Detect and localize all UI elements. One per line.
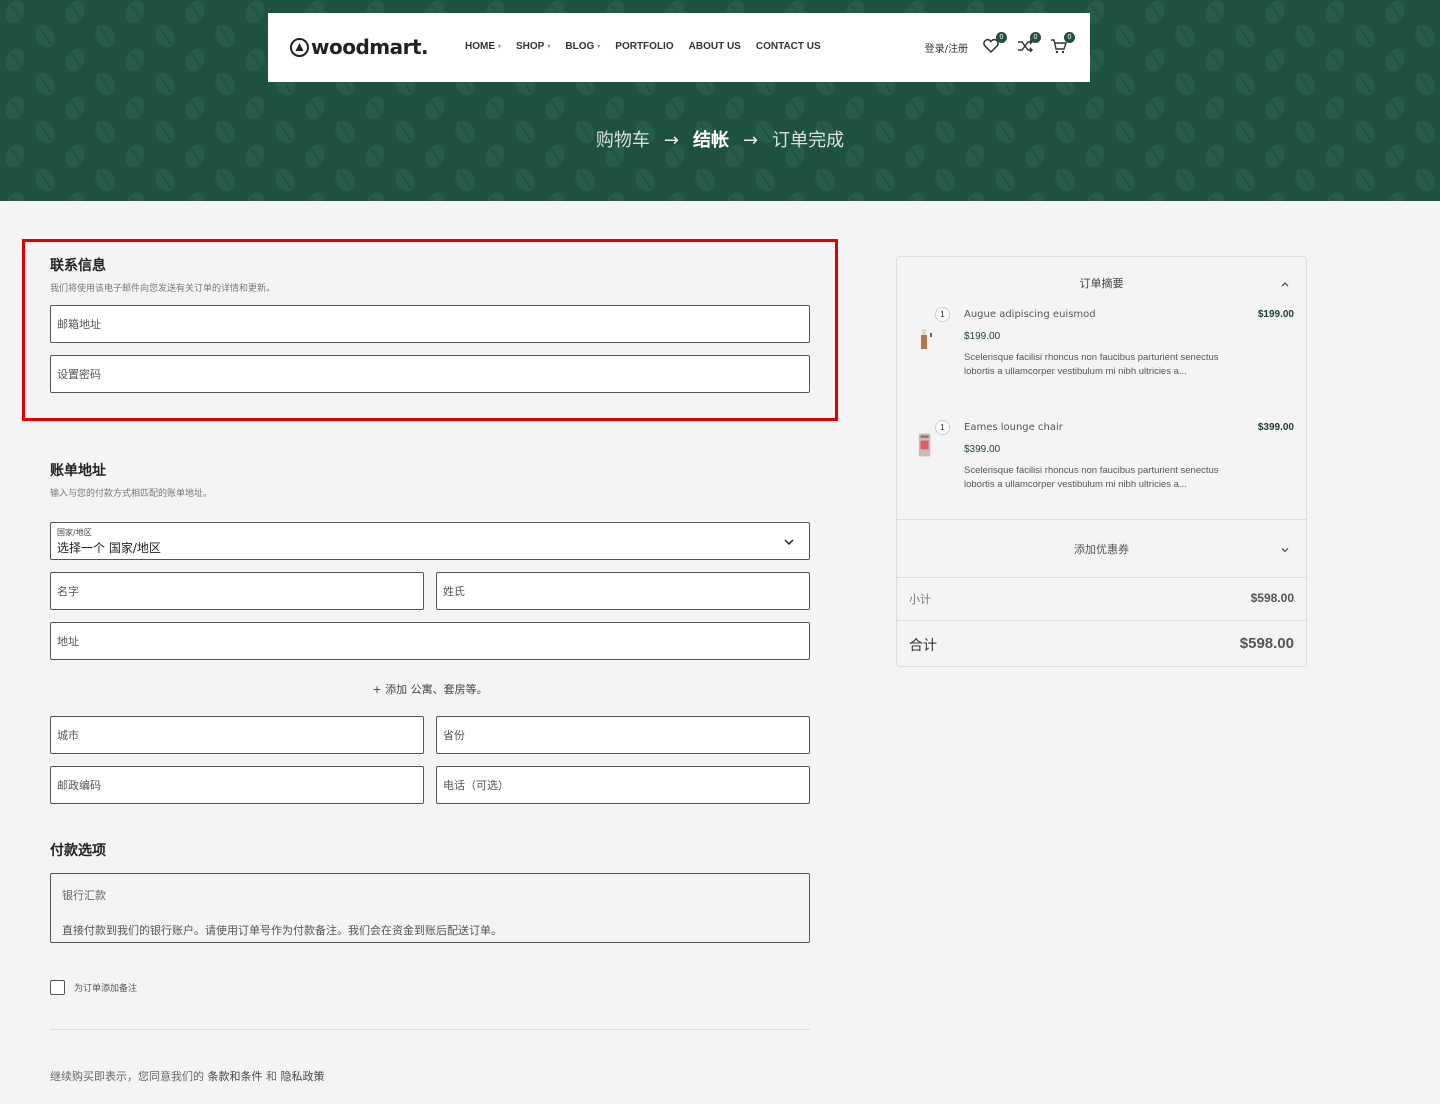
nav-label: CONTACT US [755, 41, 821, 52]
compare-button[interactable]: 0 [1016, 32, 1041, 57]
product-description: Scelerisque facilisi rhoncus non faucibu… [964, 465, 1219, 490]
chevron-down-icon[interactable] [1280, 545, 1290, 555]
address-placeholder: 地址 [57, 635, 79, 648]
main-nav: HOME ▾ SHOP ▾ BLOG ▾ PORTFOLIO ABOUT US CON… [465, 41, 836, 52]
contact-title: 联系信息 [50, 258, 106, 274]
chevron-down-icon: ▾ [597, 44, 601, 50]
nav-shop[interactable]: SHOP ▾ [516, 41, 550, 52]
password-placeholder: 设置密码 [57, 368, 101, 381]
product-qty-badge: 1 [935, 307, 950, 322]
total-label: 合计 [909, 638, 937, 654]
wishlist-count-badge: 0 [996, 32, 1007, 43]
last-name-field[interactable]: 姓氏 [436, 572, 810, 610]
city-field[interactable]: 城市 [50, 716, 424, 754]
nav-blog[interactable]: BLOG ▾ [565, 41, 600, 52]
total-value: $598.00 [1239, 635, 1294, 652]
logo-text: woodmart. [311, 35, 429, 59]
contact-subtitle: 我们将使用该电子邮件向您发送有关订单的详情和更新。 [50, 284, 276, 294]
terms-and: 和 [266, 1070, 277, 1083]
terms-notice: 继续购买即表示，您同意我们的 条款和条件 和 隐私政策 [50, 1068, 325, 1084]
order-note-label[interactable]: 为订单添加备注 [74, 981, 137, 994]
city-placeholder: 城市 [57, 729, 79, 742]
chevron-down-icon [784, 539, 794, 546]
cart-button[interactable]: 0 [1050, 32, 1075, 57]
site-header: woodmart. HOME ▾ SHOP ▾ BLOG ▾ PORTFOLIO AB… [268, 13, 1090, 82]
postcode-field[interactable]: 邮政编码 [50, 766, 424, 804]
postcode-placeholder: 邮政编码 [57, 779, 101, 792]
divider [897, 577, 1306, 578]
product-line-price: $199.00 [1257, 309, 1294, 320]
product-thumbnail [918, 433, 931, 457]
nav-label: PORTFOLIO [615, 41, 674, 52]
header-tools: 登录/注册 0 0 0 [925, 32, 1075, 57]
product-thumbnail [921, 329, 932, 349]
first-name-placeholder: 名字 [57, 585, 79, 598]
step-cart[interactable]: 购物车 [596, 130, 650, 151]
chevron-down-icon: ▾ [547, 44, 551, 50]
arrow-right-icon: → [663, 130, 679, 151]
order-summary-title[interactable]: 订单摘要 [897, 275, 1306, 291]
product-qty-badge: 1 [935, 420, 950, 435]
divider [897, 620, 1306, 621]
payment-option-bank-transfer[interactable]: 银行汇款 直接付款到我们的银行账户。请使用订单号作为付款备注。我们会在资金到账后… [50, 873, 810, 943]
chevron-up-icon[interactable] [1280, 279, 1290, 289]
divider [897, 519, 1306, 520]
province-placeholder: 省份 [443, 729, 465, 742]
nav-label: ABOUT US [688, 41, 741, 52]
nav-label: HOME [465, 41, 495, 52]
nav-contact-us[interactable]: CONTACT US [756, 41, 821, 52]
nav-label: BLOG [565, 41, 595, 52]
billing-title: 账单地址 [50, 463, 106, 479]
cart-count-badge: 0 [1064, 32, 1075, 43]
payment-title: 付款选项 [50, 843, 106, 859]
last-name-placeholder: 姓氏 [443, 585, 465, 598]
add-coupon-toggle[interactable]: 添加优惠券 [897, 541, 1306, 557]
terms-prefix: 继续购买即表示，您同意我们的 [50, 1070, 204, 1083]
subtotal-label: 小计 [909, 593, 931, 606]
arrow-right-icon: → [743, 130, 759, 151]
step-order-complete: 订单完成 [772, 130, 845, 151]
login-register-link[interactable]: 登录/注册 [925, 40, 968, 55]
country-select[interactable]: 国家/地区 选择一个 国家/地区 [50, 522, 810, 560]
nav-portfolio[interactable]: PORTFOLIO [615, 41, 673, 52]
address-field[interactable]: 地址 [50, 622, 810, 660]
product-line-price: $399.00 [1257, 422, 1294, 433]
product-description: Scelerisque facilisi rhoncus non faucibu… [964, 352, 1219, 377]
product-name: Augue adipiscing euismod [964, 309, 1096, 320]
wishlist-button[interactable]: 0 [982, 32, 1007, 57]
add-apartment-link[interactable]: + 添加 公寓、套房等。 [50, 681, 810, 697]
province-field[interactable]: 省份 [436, 716, 810, 754]
email-field[interactable]: 邮箱地址 [50, 305, 810, 343]
product-unit-price: $199.00 [964, 331, 1001, 342]
phone-placeholder: 电话（可选） [443, 779, 509, 792]
order-note-checkbox[interactable] [50, 980, 65, 995]
country-value: 选择一个 国家/地区 [57, 540, 161, 555]
nav-home[interactable]: HOME ▾ [465, 41, 501, 52]
payment-method-name: 银行汇款 [62, 889, 106, 902]
checkout-steps: 购物车 → 结帐 → 订单完成 [0, 126, 1440, 152]
first-name-field[interactable]: 名字 [50, 572, 424, 610]
password-field[interactable]: 设置密码 [50, 355, 810, 393]
order-summary: 订单摘要 1 Augue adipiscing euismod $199.00 … [896, 256, 1307, 667]
hero-banner: woodmart. HOME ▾ SHOP ▾ BLOG ▾ PORTFOLIO AB… [0, 0, 1440, 201]
divider [50, 1029, 810, 1030]
compare-count-badge: 0 [1030, 32, 1041, 43]
nav-about-us[interactable]: ABOUT US [689, 41, 741, 52]
chevron-down-icon: ▾ [498, 44, 502, 50]
email-placeholder: 邮箱地址 [57, 318, 101, 331]
site-logo[interactable]: woodmart. [290, 35, 429, 59]
subtotal-value: $598.00 [1250, 591, 1294, 605]
country-label: 国家/地区 [57, 527, 92, 537]
phone-field[interactable]: 电话（可选） [436, 766, 810, 804]
nav-label: SHOP [516, 41, 545, 52]
billing-subtitle: 输入与您的付款方式相匹配的账单地址。 [50, 489, 213, 499]
step-checkout: 结帐 [693, 130, 729, 151]
privacy-link[interactable]: 隐私政策 [281, 1070, 325, 1083]
product-unit-price: $399.00 [964, 444, 1001, 455]
terms-link[interactable]: 条款和条件 [208, 1070, 263, 1083]
payment-method-description: 直接付款到我们的银行账户。请使用订单号作为付款备注。我们会在资金到账后配送订单。 [62, 924, 502, 937]
product-name: Eames lounge chair [964, 422, 1063, 433]
tree-icon [290, 37, 309, 57]
